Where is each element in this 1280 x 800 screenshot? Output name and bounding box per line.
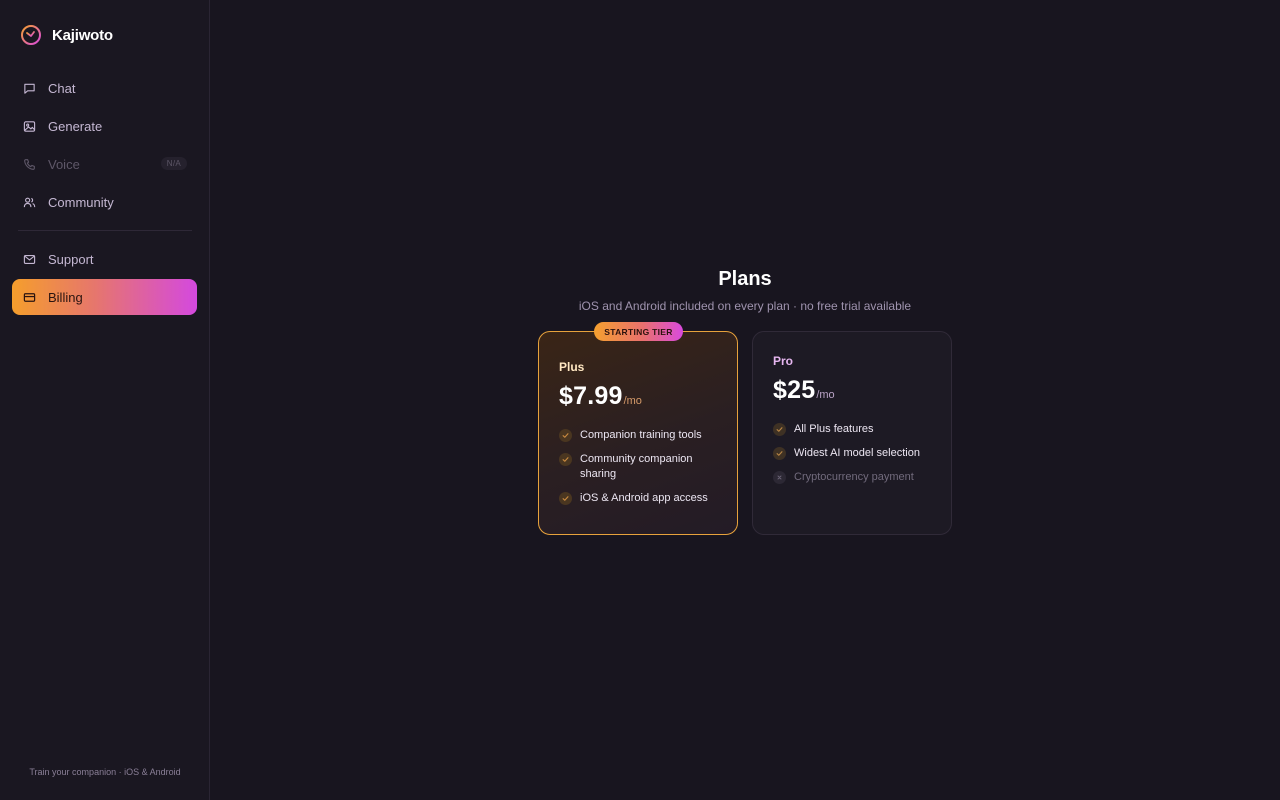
image-icon	[23, 120, 36, 132]
sidebar-item-chat[interactable]: Chat	[12, 70, 197, 106]
feature-text: Widest AI model selection	[794, 447, 920, 459]
price-amount: $7.99	[559, 382, 623, 410]
starting-tier-badge: STARTING TIER	[594, 322, 683, 341]
check-icon	[773, 447, 786, 460]
check-icon	[559, 429, 572, 442]
sidebar-item-generate[interactable]: Generate	[12, 108, 197, 144]
feature-item: Companion training tools	[559, 428, 723, 443]
sidebar-item-label: Generate	[48, 118, 103, 134]
brand[interactable]: Kajiwoto	[20, 24, 113, 46]
app-name: Kajiwoto	[52, 26, 113, 44]
sidebar-item-label: Chat	[48, 80, 76, 96]
mail-icon	[23, 254, 36, 264]
sidebar-item-voice[interactable]: Voice N/A	[12, 146, 197, 182]
feature-item: Community companion sharing	[559, 452, 723, 482]
check-icon	[559, 453, 572, 466]
plan-name: Plus	[559, 360, 585, 374]
price-period: /mo	[816, 389, 835, 401]
plan-name: Pro	[773, 354, 794, 368]
feature-text: Community companion sharing	[580, 453, 693, 480]
sidebar-item-community[interactable]: Community	[12, 184, 197, 220]
plan-card-pro[interactable]: Pro $25 /mo All Plus features Widest AI …	[752, 331, 952, 535]
page-title: Plans	[718, 268, 772, 290]
users-icon	[23, 197, 36, 207]
sidebar-divider	[18, 230, 192, 231]
sidebar: Kajiwoto Chat Generate Voice N/A Communi…	[0, 0, 210, 800]
feature-item: iOS & Android app access	[559, 491, 723, 506]
sidebar-item-label: Voice	[48, 156, 80, 172]
feature-text: iOS & Android app access	[580, 492, 708, 504]
feature-item: Widest AI model selection	[773, 446, 937, 461]
feature-list: Companion training tools Community compa…	[559, 428, 723, 515]
sidebar-item-label: Support	[48, 251, 94, 267]
check-icon	[559, 492, 572, 505]
logo-icon	[21, 25, 41, 45]
check-icon	[773, 423, 786, 436]
voice-na-badge: N/A	[160, 157, 187, 170]
feature-text: All Plus features	[794, 423, 874, 435]
feature-item: All Plus features	[773, 422, 937, 437]
feature-text: Cryptocurrency payment	[794, 471, 914, 483]
feature-list: All Plus features Widest AI model select…	[773, 422, 937, 494]
sidebar-item-label: Billing	[48, 289, 83, 305]
page-subtitle: iOS and Android included on every plan ·…	[578, 299, 912, 313]
sidebar-item-label: Community	[48, 194, 114, 210]
price-period: /mo	[623, 395, 642, 407]
sidebar-item-billing[interactable]: Billing	[12, 279, 197, 315]
sidebar-footer: Train your companion · iOS & Android	[29, 767, 181, 777]
plan-price: $25 /mo	[773, 376, 835, 405]
feature-text: Companion training tools	[580, 429, 702, 441]
feature-item: Cryptocurrency payment	[773, 470, 937, 485]
sidebar-item-support[interactable]: Support	[12, 241, 197, 277]
phone-icon	[24, 158, 35, 170]
price-amount: $25	[773, 376, 816, 404]
x-icon	[773, 471, 786, 484]
credit-card-icon	[23, 292, 36, 302]
plan-price: $7.99 /mo	[559, 382, 642, 411]
chat-bubble-icon	[24, 83, 35, 94]
plan-card-plus[interactable]: STARTING TIER Plus $7.99 /mo Companion t…	[538, 322, 738, 535]
